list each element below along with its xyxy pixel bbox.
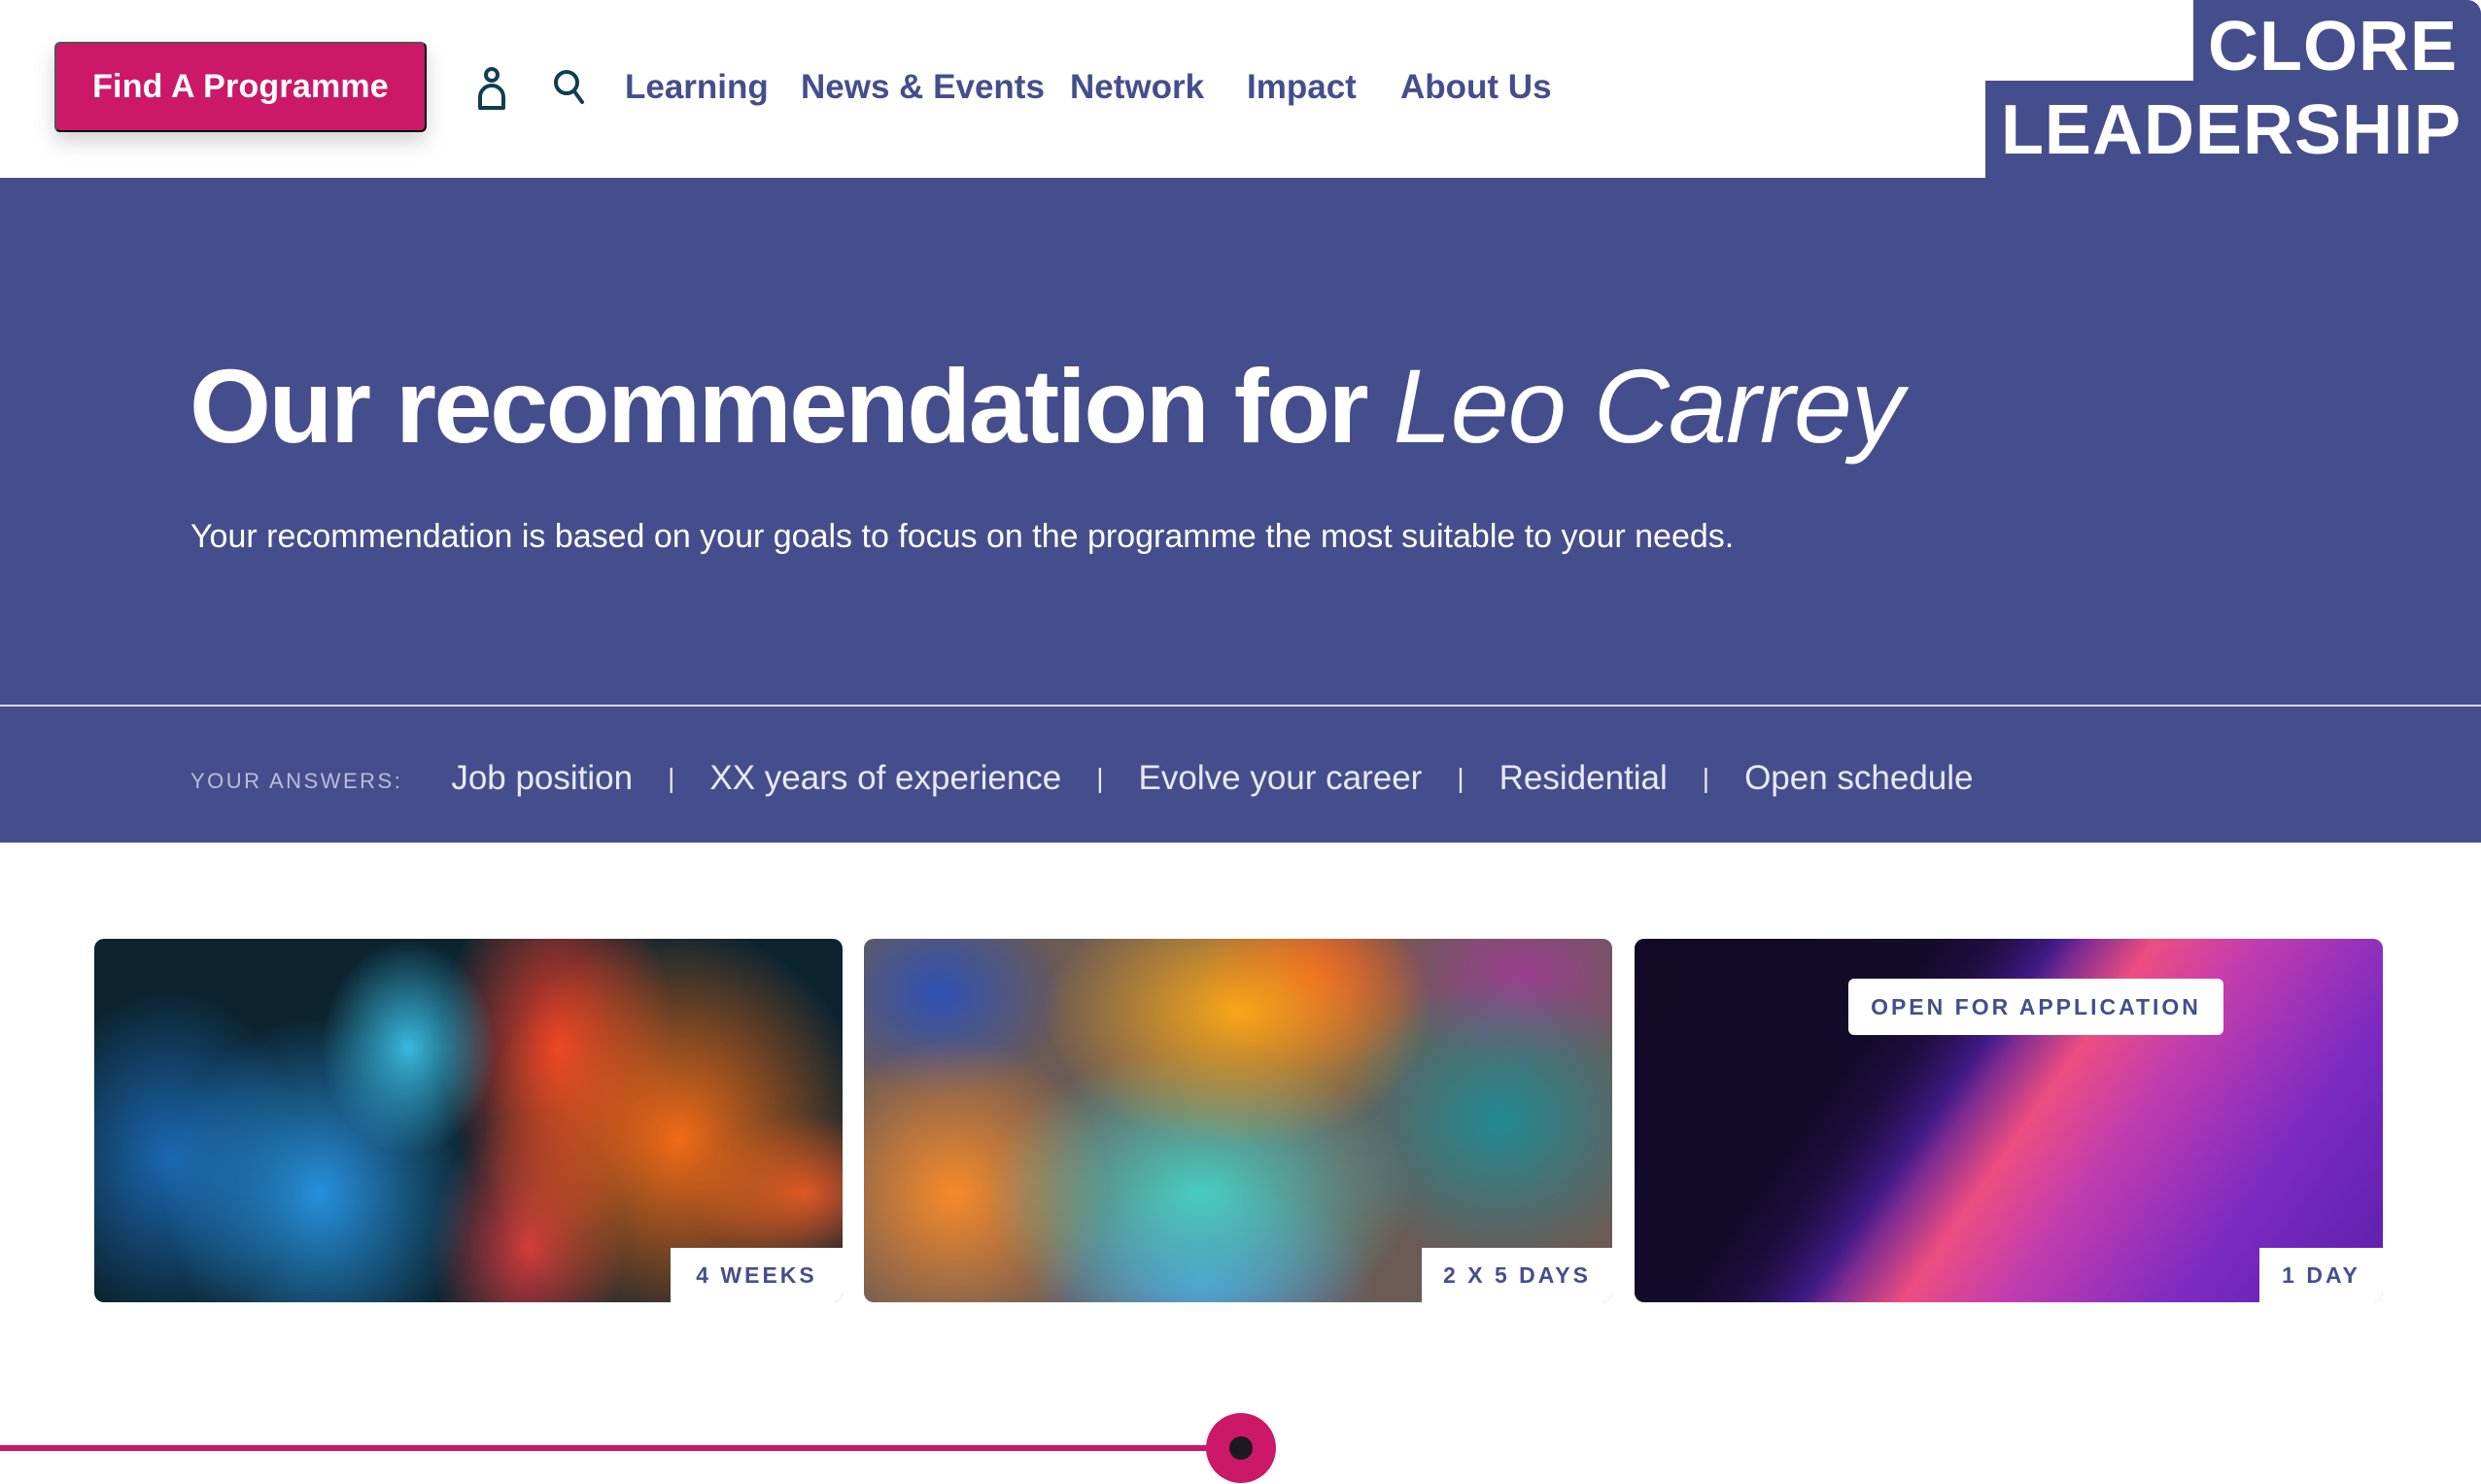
recommendation-hero: Our recommendation for Leo Carrey Your r…: [0, 178, 2481, 843]
logo-text-line2: LEADERSHIP: [2000, 91, 2462, 169]
answer-format[interactable]: Residential: [1499, 759, 1668, 798]
find-a-programme-button[interactable]: Find A Programme: [54, 42, 427, 132]
site-header: Find A Programme Learning News & Events …: [0, 0, 2481, 178]
clore-leadership-logo[interactable]: CLORE LEADERSHIP: [1985, 0, 2481, 178]
your-answers-bar: YOUR ANSWERS: Job position | XX years of…: [190, 749, 1974, 808]
hero-subtitle: Your recommendation is based on your goa…: [190, 518, 1735, 555]
page-title: Our recommendation for Leo Carrey: [190, 343, 1904, 469]
nav-learning[interactable]: Learning: [625, 60, 769, 115]
answer-separator: |: [1457, 763, 1464, 793]
search-icon[interactable]: [552, 68, 587, 107]
carousel-progress-handle[interactable]: [1206, 1413, 1276, 1483]
answer-job-position[interactable]: Job position: [451, 759, 633, 798]
open-for-application-badge: OPEN FOR APPLICATION: [1848, 979, 2223, 1035]
logo-text-line1: CLORE: [2208, 8, 2458, 86]
nav-impact[interactable]: Impact: [1247, 60, 1357, 115]
nav-news-events[interactable]: News & Events: [801, 60, 1045, 115]
answer-separator: |: [1096, 763, 1104, 793]
answer-goal[interactable]: Evolve your career: [1139, 759, 1423, 798]
user-icon[interactable]: [476, 66, 507, 111]
duration-badge: 2 X 5 DAYS: [1422, 1248, 1612, 1302]
nav-network[interactable]: Network: [1070, 60, 1204, 115]
programme-card[interactable]: 2 X 5 DAYS: [864, 939, 1612, 1302]
nav-about-us[interactable]: About Us: [1400, 60, 1552, 115]
answer-schedule[interactable]: Open schedule: [1744, 759, 1973, 798]
duration-badge: 4 WEEKS: [671, 1248, 843, 1302]
answer-separator: |: [1702, 763, 1710, 793]
programme-card[interactable]: OPEN FOR APPLICATION 1 DAY: [1635, 939, 2383, 1302]
answer-experience[interactable]: XX years of experience: [709, 759, 1061, 798]
title-user-name: Leo Carrey: [1393, 347, 1904, 465]
handle-dot: [1229, 1436, 1253, 1460]
programme-card[interactable]: 4 WEEKS: [94, 939, 843, 1302]
duration-badge: 1 DAY: [2259, 1248, 2383, 1302]
answer-separator: |: [668, 763, 675, 793]
answers-label: YOUR ANSWERS:: [190, 769, 403, 793]
carousel-progress-track: [0, 1445, 1241, 1451]
hero-divider: [0, 705, 2481, 707]
title-prefix: Our recommendation for: [190, 347, 1369, 465]
